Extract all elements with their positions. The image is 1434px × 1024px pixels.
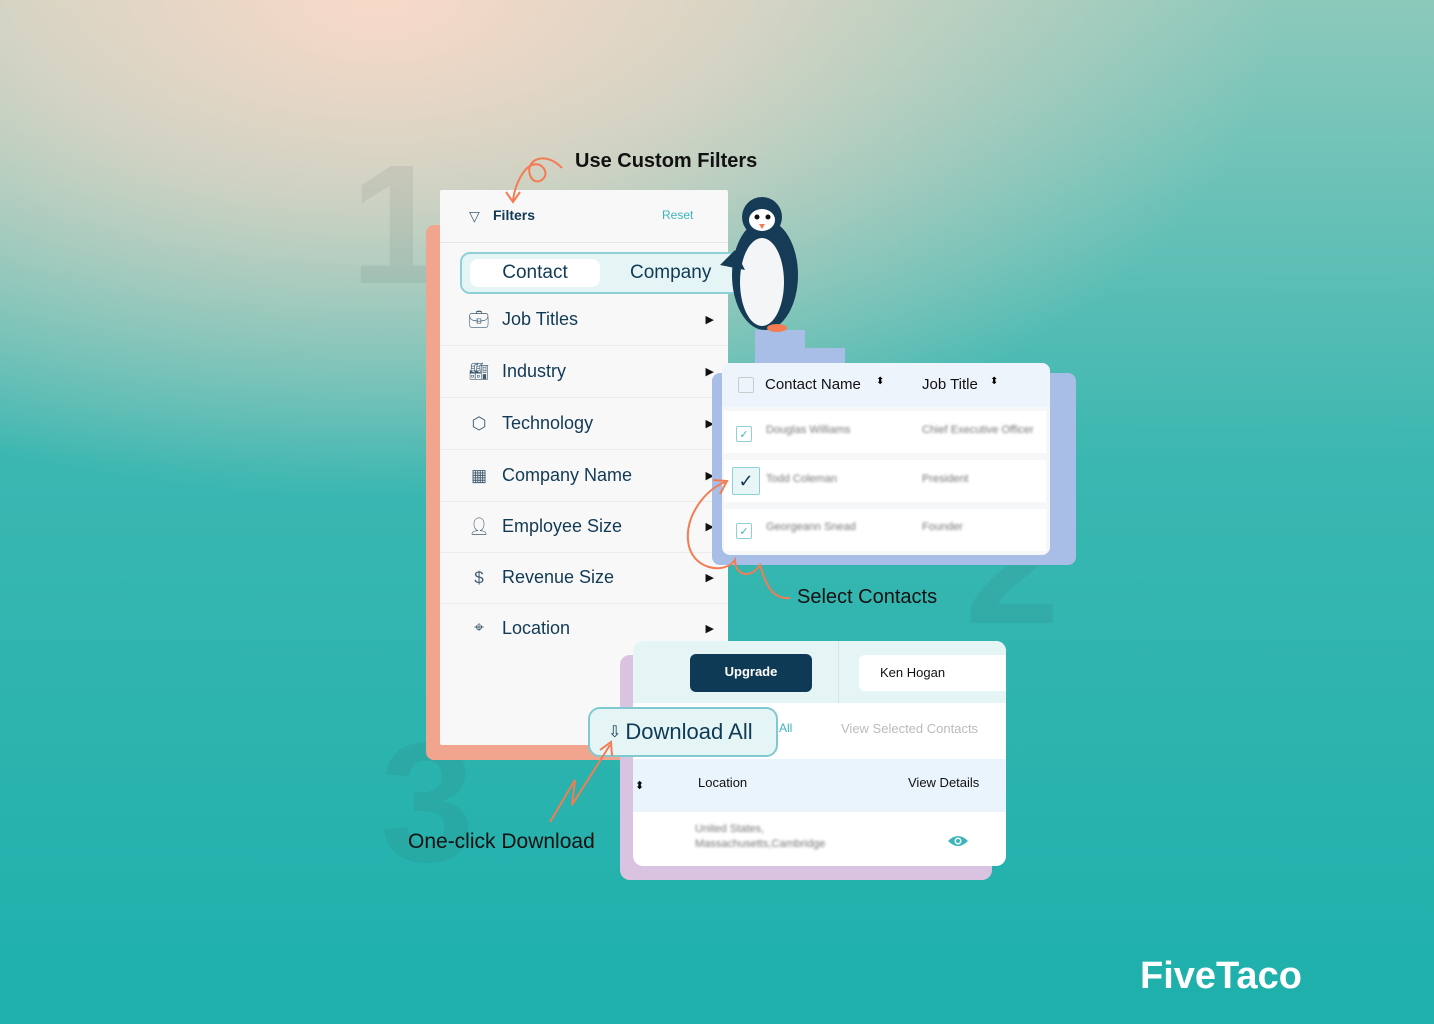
fivetaco-logo: FiveTaco (1140, 955, 1302, 997)
arrow-decoration (505, 157, 791, 823)
